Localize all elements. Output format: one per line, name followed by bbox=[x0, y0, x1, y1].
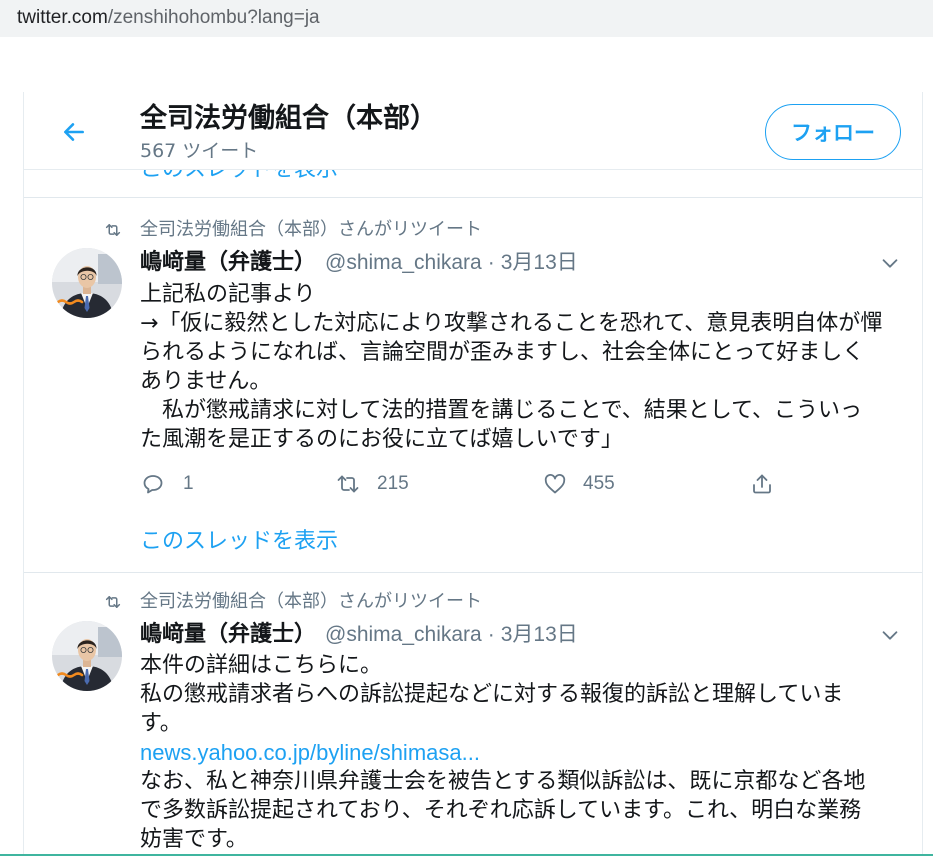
tweet-text-line: →「仮に毅然とした対応により攻撃されることを恐れて、意見表明自体が憚 bbox=[140, 311, 883, 336]
tweet[interactable]: 全司法労働組合（本部）さんがリツイート 嶋﨑量（弁護士） @shima_chik… bbox=[24, 197, 922, 572]
tweet-menu-button[interactable] bbox=[879, 624, 901, 646]
tweet-count: 567 ツイート bbox=[140, 140, 259, 162]
tweet-text-line: 私が懲戒請求に対して法的措置を講じることで、結果として、こういっ bbox=[140, 398, 863, 423]
arrow-left-icon bbox=[61, 119, 87, 145]
tweet-menu-button[interactable] bbox=[879, 252, 901, 274]
retweet-context-label[interactable]: 全司法労働組合（本部）さんがリツイート bbox=[140, 219, 482, 241]
profile-header: 全司法労働組合（本部） 567 ツイート フォロー bbox=[24, 92, 922, 170]
tweet[interactable]: 全司法労働組合（本部）さんがリツイート 嶋﨑量（弁護士） @shima_chik… bbox=[24, 572, 922, 856]
retweet-count: 215 bbox=[377, 473, 409, 494]
tweet-text-line: で多数訴訟提起されており、それぞれ応訴しています。これ、明白な業務 bbox=[140, 798, 862, 823]
previous-tweet-strip: このスレッドを表示 bbox=[24, 170, 922, 197]
author-handle[interactable]: @shima_chikara bbox=[325, 250, 482, 276]
retweet-button[interactable] bbox=[336, 472, 360, 496]
url-path: /zenshihohombu?lang=ja bbox=[107, 7, 320, 28]
tweet-text: 本件の詳細はこちらに。 私の懲戒請求者らへの訴訟提起などに対する報復的訴訟と理解… bbox=[140, 651, 910, 854]
tweet-date[interactable]: 3月13日 bbox=[501, 622, 578, 648]
tweet-text-line: なお、私と神奈川県弁護士会を被告とする類似訴訟は、既に京都など各地 bbox=[140, 769, 866, 794]
retweet-context-label[interactable]: 全司法労働組合（本部）さんがリツイート bbox=[140, 591, 482, 613]
url-domain: twitter.com bbox=[17, 7, 108, 28]
tweet-text: 上記私の記事より →「仮に毅然とした対応により攻撃されることを恐れて、意見表明自… bbox=[140, 280, 910, 454]
avatar[interactable] bbox=[52, 248, 122, 318]
heart-icon bbox=[543, 472, 567, 496]
avatar[interactable] bbox=[52, 621, 122, 691]
like-count: 455 bbox=[583, 473, 615, 494]
tweet-text-line: 本件の詳細はこちらに。 bbox=[140, 653, 383, 678]
author-name[interactable]: 嶋﨑量（弁護士） bbox=[140, 622, 316, 648]
tweet-text-line: ありません。 bbox=[140, 369, 272, 394]
reply-button[interactable] bbox=[141, 472, 165, 496]
author-handle[interactable]: @shima_chikara bbox=[325, 622, 482, 648]
retweet-icon bbox=[104, 593, 122, 611]
back-button[interactable] bbox=[61, 119, 87, 145]
author-row: 嶋﨑量（弁護士） @shima_chikara · 3月13日 bbox=[140, 622, 578, 648]
tweet-link[interactable]: news.yahoo.co.jp/byline/shimasa... bbox=[140, 738, 910, 767]
follow-button[interactable]: フォロー bbox=[765, 104, 901, 160]
chevron-down-icon bbox=[879, 624, 901, 646]
retweet-icon bbox=[104, 221, 122, 239]
show-thread-link[interactable]: このスレッドを表示 bbox=[140, 170, 338, 183]
tweet-text-line: られるようになれば、言論空間が歪みますし、社会全体にとって好ましく bbox=[140, 340, 865, 365]
reply-icon bbox=[141, 472, 165, 496]
url-bar[interactable]: twitter.com/zenshihohombu?lang=ja bbox=[0, 0, 933, 37]
profile-timeline-column: 全司法労働組合（本部） 567 ツイート フォロー このスレッドを表示 全司法労… bbox=[23, 92, 923, 856]
share-button[interactable] bbox=[750, 472, 774, 496]
retweet-icon bbox=[336, 472, 360, 496]
tweet-text-line: 私の懲戒請求者らへの訴訟提起などに対する報復的訴訟と理解していま bbox=[140, 682, 844, 707]
tweet-text-line: た風潮を是正するのにお役に立てば嬉しいです」 bbox=[140, 427, 623, 452]
tweet-text-line: 上記私の記事より bbox=[140, 282, 316, 307]
tweet-date[interactable]: 3月13日 bbox=[501, 250, 578, 276]
tweet-text-line: す。 bbox=[140, 711, 182, 736]
dot-separator: · bbox=[487, 251, 495, 274]
url-text[interactable]: twitter.com/zenshihohombu?lang=ja bbox=[17, 7, 320, 29]
author-name[interactable]: 嶋﨑量（弁護士） bbox=[140, 250, 316, 276]
share-icon bbox=[750, 472, 774, 496]
tweet-text-line: 妨害です。 bbox=[140, 827, 248, 852]
reply-count: 1 bbox=[183, 473, 194, 494]
chevron-down-icon bbox=[879, 252, 901, 274]
show-thread-link[interactable]: このスレッドを表示 bbox=[140, 529, 338, 555]
profile-title: 全司法労働組合（本部） bbox=[140, 103, 437, 134]
like-button[interactable] bbox=[543, 472, 567, 496]
dot-separator: · bbox=[487, 623, 495, 646]
author-row: 嶋﨑量（弁護士） @shima_chikara · 3月13日 bbox=[140, 250, 578, 276]
